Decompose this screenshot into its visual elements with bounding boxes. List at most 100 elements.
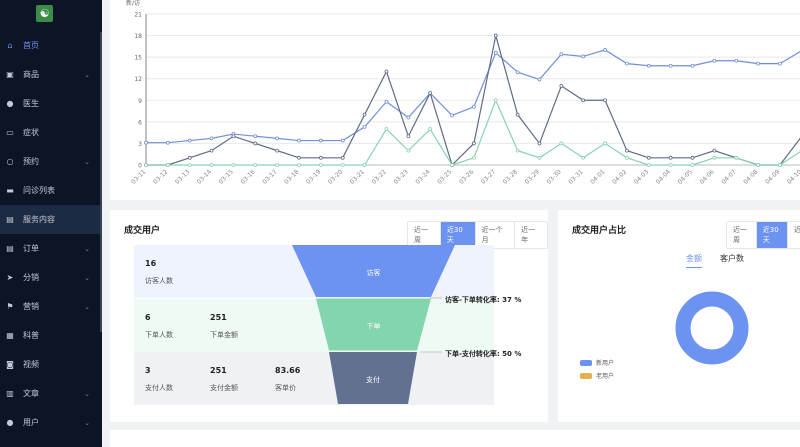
data-point[interactable] [515,148,520,153]
data-point[interactable] [712,148,717,153]
data-point[interactable] [362,124,367,129]
data-point[interactable] [275,163,280,167]
sidebar-item[interactable]: ➤ 分销 ⌄ [0,263,100,292]
data-point[interactable] [537,77,542,82]
data-point[interactable] [209,136,214,141]
data-point[interactable] [515,112,520,117]
sidebar-item[interactable]: ▭ 症状 [0,118,100,147]
data-point[interactable] [340,155,345,160]
data-point[interactable] [646,155,651,160]
sidebar-item[interactable]: ◙ 视频 [0,350,100,379]
data-point[interactable] [756,61,760,66]
data-point[interactable] [209,163,214,167]
data-point[interactable] [625,155,629,160]
data-point[interactable] [581,54,586,59]
data-point[interactable] [231,163,236,167]
data-point[interactable] [187,163,192,167]
data-point[interactable] [384,69,389,74]
data-point[interactable] [581,98,586,103]
data-point[interactable] [646,163,651,167]
sidebar-item[interactable]: ▥ 文章 ⌄ [0,379,100,408]
data-point[interactable] [165,140,170,145]
data-point[interactable] [625,61,629,66]
data-point[interactable] [778,163,782,167]
data-point[interactable] [384,127,389,131]
data-point[interactable] [471,141,476,146]
data-point[interactable] [275,148,280,153]
sidebar-item[interactable]: ● 用户 ⌄ [0,408,100,437]
data-point[interactable] [253,163,258,167]
data-point[interactable] [471,104,476,109]
donut-slice-new-users[interactable] [675,291,749,365]
data-point[interactable] [471,155,476,160]
sidebar-item[interactable]: ▤ 订单 ⌄ [0,234,100,263]
data-point[interactable] [406,148,411,153]
data-point[interactable] [318,138,323,143]
data-point[interactable] [537,141,542,146]
sidebar-item[interactable]: ⚑ 营销 ⌄ [0,292,100,321]
data-point[interactable] [559,52,564,57]
data-point[interactable] [144,140,148,145]
data-point[interactable] [712,58,717,63]
data-point[interactable] [559,84,564,88]
data-point[interactable] [362,163,367,167]
sidebar-item[interactable]: ▬ 问诊列表 [0,176,100,205]
logo[interactable]: ☯ [36,5,53,22]
data-point[interactable] [297,138,301,143]
data-point[interactable] [756,163,760,167]
data-point[interactable] [187,138,192,143]
sidebar-item[interactable]: ○ 预约 ⌄ [0,147,100,176]
data-point[interactable] [537,155,542,160]
data-point[interactable] [406,134,411,139]
data-point[interactable] [734,155,739,160]
sidebar-item[interactable]: ● 医生 [0,89,100,118]
data-point[interactable] [253,134,258,139]
sidebar-item[interactable]: ▣ 商品 ⌄ [0,60,100,89]
data-point[interactable] [450,163,454,167]
data-point[interactable] [318,155,323,160]
data-point[interactable] [603,141,607,146]
data-point[interactable] [165,163,170,167]
data-point[interactable] [340,163,345,167]
data-point[interactable] [144,163,148,167]
data-point[interactable] [603,98,607,103]
data-point[interactable] [668,155,673,160]
legend-item[interactable]: 新用户 [580,358,614,367]
data-point[interactable] [559,141,564,146]
data-point[interactable] [318,163,323,167]
data-point[interactable] [603,48,607,52]
data-point[interactable] [515,70,520,75]
data-point[interactable] [581,155,586,160]
legend-item[interactable]: 老用户 [580,371,614,380]
data-point[interactable] [690,163,695,167]
data-point[interactable] [646,63,651,68]
data-point[interactable] [450,113,454,118]
data-point[interactable] [297,163,301,167]
data-point[interactable] [253,141,258,146]
data-point[interactable] [297,155,301,160]
sidebar-item[interactable]: ▤ 服务内容 [0,205,100,234]
data-point[interactable] [187,155,192,160]
data-point[interactable] [712,155,717,160]
data-point[interactable] [690,155,695,160]
data-point[interactable] [384,99,389,104]
data-point[interactable] [406,115,411,120]
data-point[interactable] [778,61,782,66]
data-point[interactable] [362,112,367,117]
sidebar-item[interactable]: ⌂ 首页 [0,31,100,60]
data-point[interactable] [734,58,739,63]
sidebar-item[interactable]: ▦ 科普 [0,321,100,350]
data-point[interactable] [209,148,214,153]
data-point[interactable] [668,163,673,167]
sidebar-scrollbar[interactable] [100,32,102,332]
data-point[interactable] [493,98,498,103]
data-point[interactable] [625,148,629,153]
data-point[interactable] [493,33,498,38]
data-point[interactable] [231,134,236,139]
data-point[interactable] [275,136,280,141]
data-point[interactable] [428,127,433,131]
data-point[interactable] [340,138,345,143]
data-point[interactable] [690,63,695,68]
data-point[interactable] [428,91,433,95]
data-point[interactable] [668,63,673,68]
